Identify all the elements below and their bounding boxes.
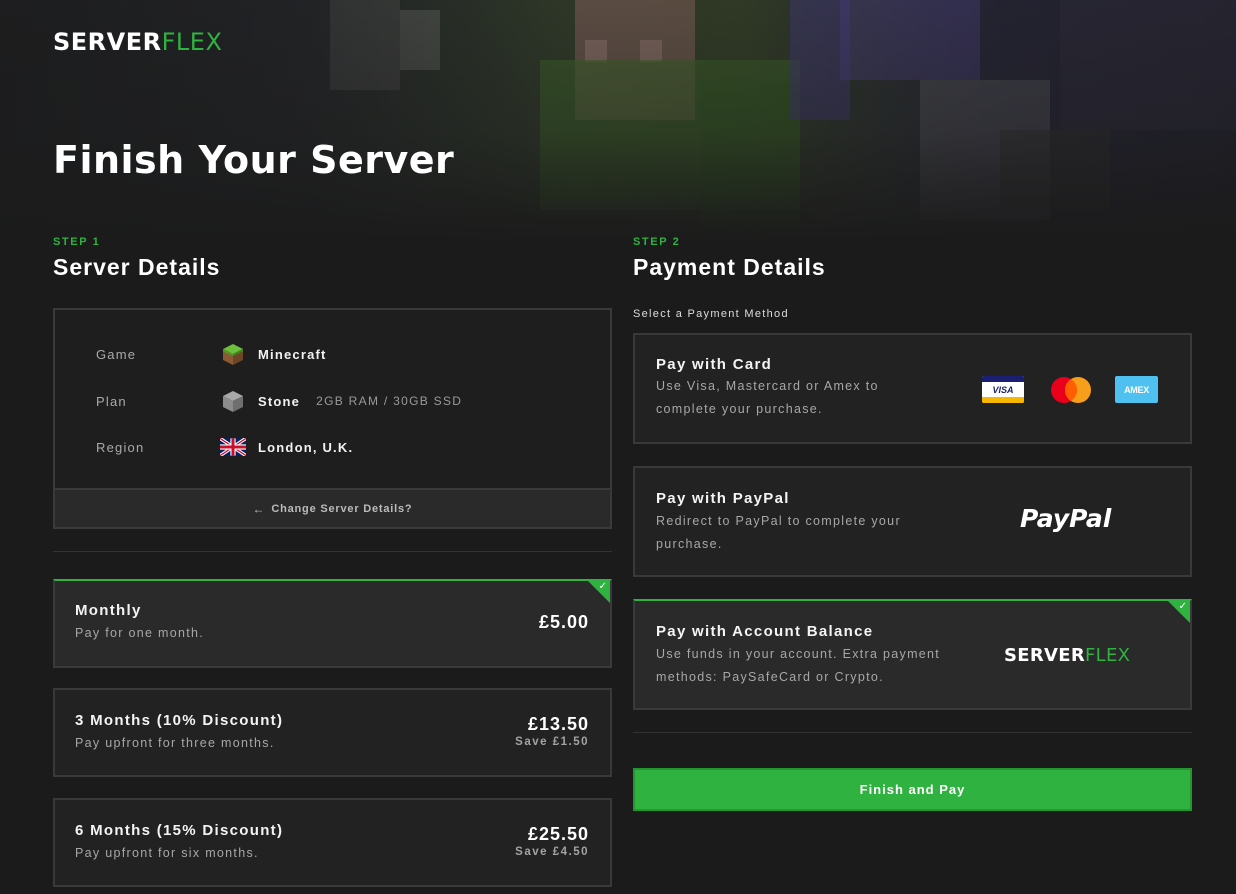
select-payment-label: Select a Payment Method — [633, 308, 789, 320]
step1-title: Server Details — [53, 254, 221, 280]
payment-method-description-line1: Use funds in your account. Extra payment — [656, 647, 941, 661]
billing-option-title: 6 Months (15% Discount) — [75, 822, 284, 839]
payment-method-description-line1: Redirect to PayPal to complete your — [656, 514, 901, 528]
plan-spec: 2GB RAM / 30GB SSD — [316, 394, 463, 408]
finish-and-pay-button[interactable]: Finish and Pay — [633, 768, 1192, 811]
detail-value: London, U.K. — [258, 439, 354, 455]
billing-option-description: Pay upfront for six months. — [75, 846, 259, 860]
payment-method-paypal[interactable]: Pay with PayPal Redirect to PayPal to co… — [633, 466, 1192, 577]
arrow-left-icon: ← — [252, 501, 266, 516]
payment-method-description-line2: purchase. — [656, 537, 723, 551]
payment-method-title: Pay with PayPal — [656, 490, 790, 507]
balance-logo-accent: FLEX — [1085, 645, 1131, 666]
mastercard-icon — [1049, 376, 1093, 404]
billing-option-6-months[interactable]: 6 Months (15% Discount) Pay upfront for … — [53, 798, 612, 887]
billing-option-title: Monthly — [75, 602, 142, 619]
checkmark-icon: ✓ — [598, 581, 607, 592]
payment-method-description-line1: Use Visa, Mastercard or Amex to — [656, 379, 879, 393]
billing-option-3-months[interactable]: 3 Months (10% Discount) Pay upfront for … — [53, 688, 612, 777]
payment-method-card[interactable]: Pay with Card Use Visa, Mastercard or Am… — [633, 333, 1192, 444]
balance-logo-primary: SERVER — [1004, 645, 1086, 666]
serverflex-balance-logo: SERVERFLEX — [1004, 645, 1130, 666]
detail-key: Game — [96, 346, 137, 362]
payment-method-title: Pay with Card — [656, 356, 773, 373]
serverflex-logo[interactable]: SERVERFLEX — [53, 30, 222, 54]
checkmark-icon: ✓ — [1178, 601, 1187, 612]
page-title: Finish Your Server — [53, 138, 455, 182]
billing-option-savings: Save £4.50 — [515, 846, 589, 858]
step1-label: STEP 1 — [53, 236, 101, 248]
payment-details-column: STEP 2 Payment Details Select a Payment … — [633, 236, 1192, 811]
billing-option-description: Pay upfront for three months. — [75, 736, 275, 750]
detail-value: Stone — [258, 393, 301, 409]
payment-method-account-balance[interactable]: ✓ Pay with Account Balance Use funds in … — [633, 599, 1192, 710]
paypal-logo: PayPal — [1020, 504, 1112, 533]
detail-row-game: Game Minecraft — [96, 341, 327, 367]
change-link-label: Change Server Details? — [271, 502, 413, 515]
payment-method-description-line2: methods: PaySafeCard or Crypto. — [656, 670, 884, 684]
detail-row-plan: Plan Stone 2GB RAM / 30GB SSD — [96, 388, 462, 414]
billing-option-price: £5.00 — [538, 612, 589, 632]
section-divider — [53, 551, 612, 552]
visa-icon: VISA — [982, 376, 1024, 403]
section-divider — [633, 732, 1192, 733]
step2-title: Payment Details — [633, 254, 826, 280]
billing-option-monthly[interactable]: ✓ Monthly Pay for one month. £5.00 — [53, 579, 612, 668]
payment-method-title: Pay with Account Balance — [656, 623, 874, 640]
detail-row-region: Region London, U.K. — [96, 434, 353, 460]
logo-primary-text: SERVER — [53, 28, 162, 56]
stone-block-icon — [220, 388, 246, 414]
logo-accent-text: FLEX — [161, 28, 223, 56]
detail-value: Minecraft — [258, 346, 327, 362]
payment-method-description-line2: complete your purchase. — [656, 402, 823, 416]
uk-flag-icon — [220, 434, 246, 460]
amex-logo-text: AMEX — [1124, 384, 1149, 395]
detail-key: Region — [96, 439, 145, 455]
server-details-box: Game Minecraft Plan Stone 2GB RAM / 30GB… — [53, 308, 612, 529]
billing-option-title: 3 Months (10% Discount) — [75, 712, 284, 729]
billing-option-price: £25.50 — [527, 824, 589, 844]
amex-icon: AMEX — [1115, 376, 1158, 403]
server-details-column: STEP 1 Server Details Game Minecraft Pla… — [53, 236, 612, 887]
billing-option-price: £13.50 — [527, 714, 589, 734]
detail-key: Plan — [96, 393, 127, 409]
visa-logo-text: VISA — [992, 384, 1014, 395]
billing-option-description: Pay for one month. — [75, 626, 205, 640]
step2-label: STEP 2 — [633, 236, 681, 248]
grass-block-icon — [220, 341, 246, 367]
billing-option-savings: Save £1.50 — [515, 736, 589, 748]
change-server-details-button[interactable]: ← Change Server Details? — [55, 488, 610, 527]
